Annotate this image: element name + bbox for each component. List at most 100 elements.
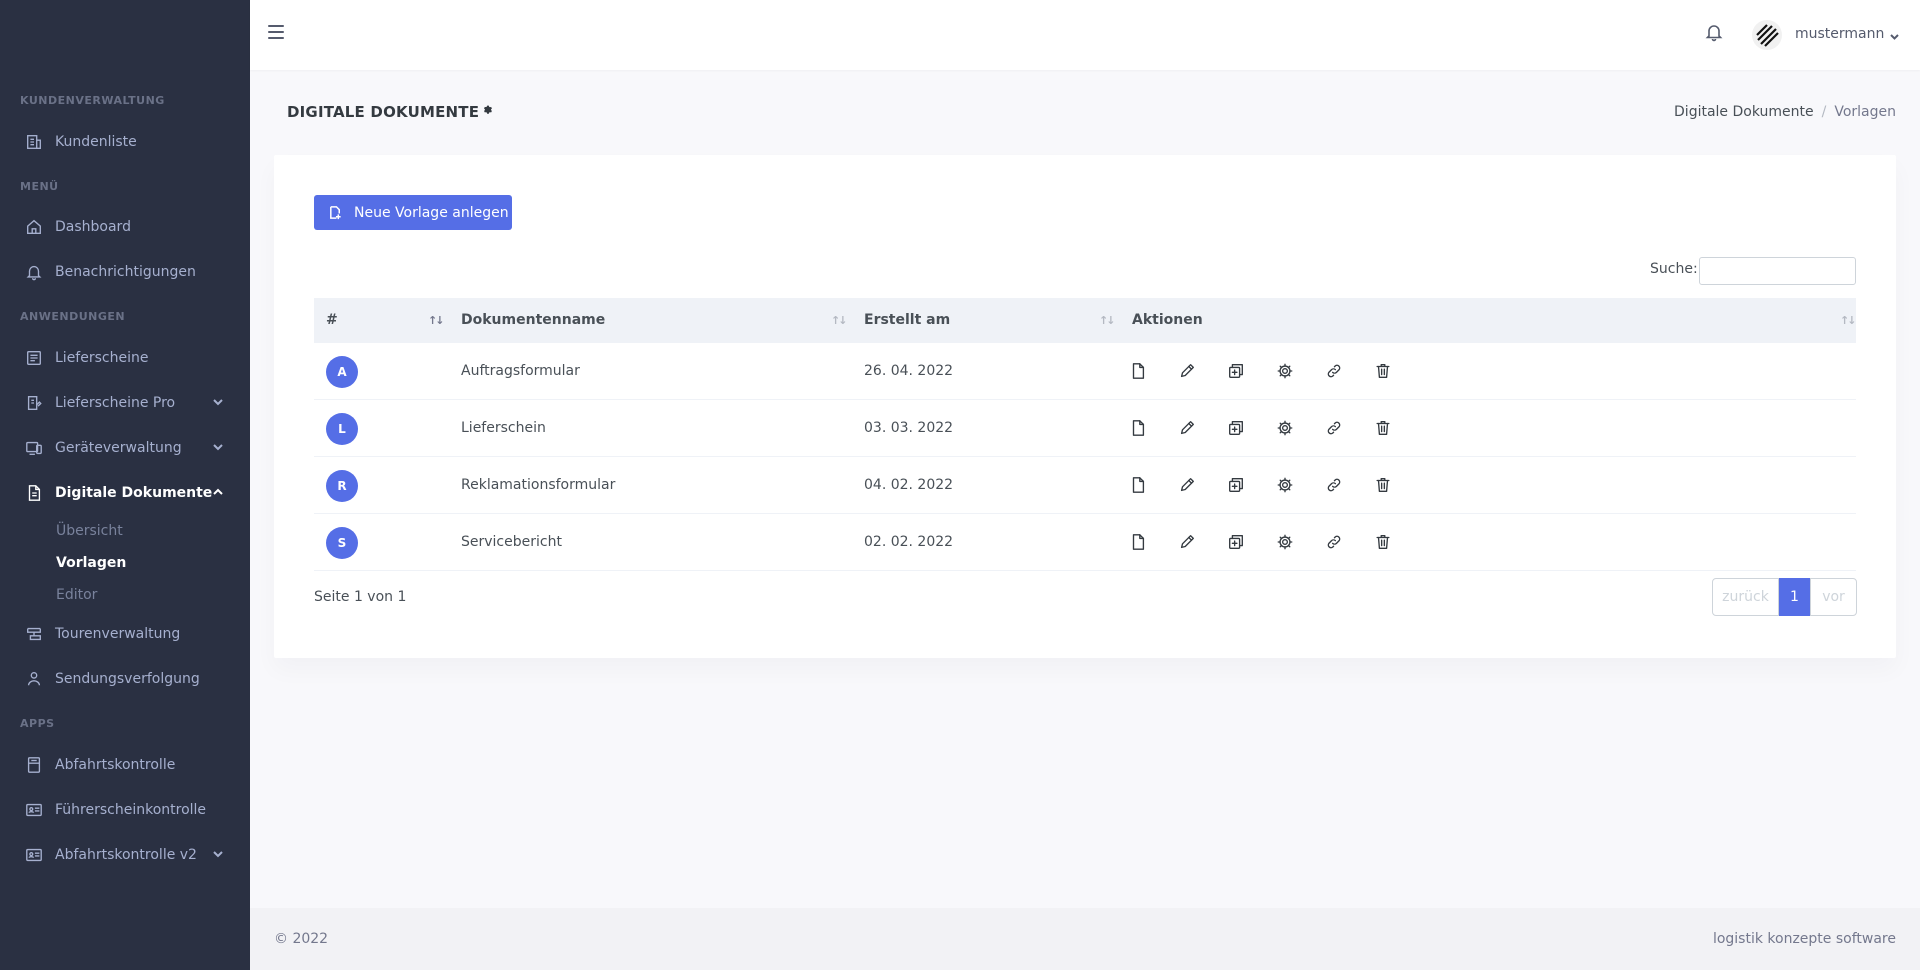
page-title: DIGITALE DOKUMENTE [287, 103, 480, 121]
sort-icon[interactable]: ↑↓ [831, 314, 848, 327]
link-icon [1327, 535, 1341, 549]
trash-action-button[interactable] [1372, 417, 1394, 439]
trash-icon [1376, 478, 1390, 492]
link-action-button[interactable] [1323, 474, 1345, 496]
sidebar-item-geraeteverwaltung[interactable]: Geräteverwaltung [0, 429, 250, 467]
file-action-button[interactable] [1127, 474, 1149, 496]
link-action-button[interactable] [1323, 531, 1345, 553]
sort-asc-icon[interactable]: ↑↓ [428, 314, 445, 327]
table-row: A Auftragsformular 26. 04. 2022 [314, 343, 1856, 400]
chevron-down-icon [212, 441, 224, 453]
gear-icon [1277, 534, 1293, 550]
sidebar-subitem-uebersicht[interactable]: Übersicht [56, 523, 123, 539]
sidebar-subitem-vorlagen[interactable]: Vorlagen [56, 555, 126, 571]
gear-action-button[interactable] [1274, 531, 1296, 553]
sidebar-item-digitale-dokumente[interactable]: Digitale Dokumente [0, 474, 250, 512]
sidebar-item-label: Sendungsverfolgung [55, 671, 200, 687]
column-header-actions[interactable]: Aktionen [1132, 312, 1203, 328]
row-actions [1127, 531, 1421, 553]
created-at-cell: 02. 02. 2022 [864, 534, 954, 550]
pagination: zurück 1 vor [1712, 578, 1857, 616]
gear-action-button[interactable] [1274, 474, 1296, 496]
username[interactable]: mustermann [1795, 26, 1884, 42]
pagination-page-button[interactable]: 1 [1779, 578, 1810, 616]
chevron-down-icon [212, 396, 224, 408]
row-avatar: R [326, 470, 358, 502]
link-icon [1327, 364, 1341, 378]
duplicate-action-button[interactable] [1225, 531, 1247, 553]
sidebar-item-abfahrtskontrolle-v2[interactable]: Abfahrtskontrolle v2 [0, 836, 250, 874]
link-action-button[interactable] [1323, 417, 1345, 439]
column-header-number[interactable]: # [326, 312, 338, 328]
sidebar-item-sendungsverfolgung[interactable]: Sendungsverfolgung [0, 660, 250, 698]
pencil-action-button[interactable] [1176, 360, 1198, 382]
trash-action-button[interactable] [1372, 360, 1394, 382]
chevron-down-icon[interactable] [1890, 29, 1899, 40]
sidebar-subitem-editor[interactable]: Editor [56, 587, 97, 603]
trash-action-button[interactable] [1372, 474, 1394, 496]
id-card-icon [24, 800, 44, 820]
hamburger-menu-icon[interactable] [268, 25, 284, 41]
sort-icon[interactable]: ↑↓ [1840, 314, 1857, 327]
sidebar-item-label: Kundenliste [55, 134, 137, 150]
sidebar-item-label: Geräteverwaltung [55, 440, 182, 456]
sidebar-item-lieferscheine[interactable]: Lieferscheine [0, 339, 250, 377]
search-input[interactable] [1699, 257, 1856, 285]
checklist-icon [24, 755, 44, 775]
document-name-cell: Reklamationsformular [461, 477, 616, 493]
file-action-button[interactable] [1127, 531, 1149, 553]
column-header-document-name[interactable]: Dokumentenname [461, 312, 605, 328]
pagination-prev-button[interactable]: zurück [1712, 578, 1779, 616]
sidebar-item-abfahrtskontrolle[interactable]: Abfahrtskontrolle [0, 746, 250, 784]
menu-title-menu: MENÜ [20, 180, 59, 193]
pencil-action-button[interactable] [1176, 531, 1198, 553]
document-icon [24, 483, 44, 503]
column-header-created-at[interactable]: Erstellt am [864, 312, 950, 328]
pencil-action-button[interactable] [1176, 417, 1198, 439]
link-action-button[interactable] [1323, 360, 1345, 382]
templates-table: # ↑↓ Dokumentenname ↑↓ Erstellt am ↑↓ Ak… [314, 298, 1857, 571]
breadcrumb-item-digitale-dokumente[interactable]: Digitale Dokumente [1674, 104, 1814, 120]
sidebar-item-dashboard[interactable]: Dashboard [0, 208, 250, 246]
receipt-edit-icon [24, 393, 44, 413]
sort-icon[interactable]: ↑↓ [1099, 314, 1116, 327]
sidebar-item-benachrichtigungen[interactable]: Benachrichtigungen [0, 253, 250, 291]
document-name-cell: Lieferschein [461, 420, 546, 436]
trash-action-button[interactable] [1372, 531, 1394, 553]
footer-brand: logistik konzepte software [1712, 931, 1896, 947]
document-name-cell: Servicebericht [461, 534, 562, 550]
pagination-next-button[interactable]: vor [1810, 578, 1857, 616]
created-at-cell: 03. 03. 2022 [864, 420, 954, 436]
gear-icon [1277, 477, 1293, 493]
bell-icon [24, 262, 44, 282]
duplicate-icon [1229, 535, 1243, 549]
table-row: S Servicebericht 02. 02. 2022 [314, 514, 1856, 571]
notification-bell-icon[interactable] [1704, 22, 1728, 46]
duplicate-action-button[interactable] [1225, 474, 1247, 496]
new-template-button[interactable]: Neue Vorlage anlegen [314, 195, 512, 230]
duplicate-icon [1229, 478, 1243, 492]
sidebar-item-label: Abfahrtskontrolle v2 [55, 847, 197, 863]
gear-icon[interactable] [481, 104, 495, 118]
receipt-icon [24, 348, 44, 368]
duplicate-action-button[interactable] [1225, 417, 1247, 439]
pencil-action-button[interactable] [1176, 474, 1198, 496]
sidebar-item-fuehrerscheinkontrolle[interactable]: Führerscheinkontrolle [0, 791, 250, 829]
sidebar-item-lieferscheine-pro[interactable]: Lieferscheine Pro [0, 384, 250, 422]
gear-action-button[interactable] [1274, 417, 1296, 439]
file-icon [1132, 363, 1145, 379]
duplicate-action-button[interactable] [1225, 360, 1247, 382]
row-avatar: L [326, 413, 358, 445]
file-icon [1132, 534, 1145, 550]
footer-copyright: © 2022 [274, 931, 329, 947]
tracking-icon [24, 669, 44, 689]
avatar[interactable] [1752, 20, 1782, 50]
file-action-button[interactable] [1127, 417, 1149, 439]
id-card-icon [24, 845, 44, 865]
table-body: A Auftragsformular 26. 04. 2022 L Liefersche… [314, 343, 1856, 571]
file-action-button[interactable] [1127, 360, 1149, 382]
menu-title-anwendungen: ANWENDUNGEN [20, 310, 126, 323]
sidebar-item-tourenverwaltung[interactable]: Tourenverwaltung [0, 615, 250, 653]
sidebar-item-kundenliste[interactable]: Kundenliste [0, 123, 250, 161]
gear-action-button[interactable] [1274, 360, 1296, 382]
